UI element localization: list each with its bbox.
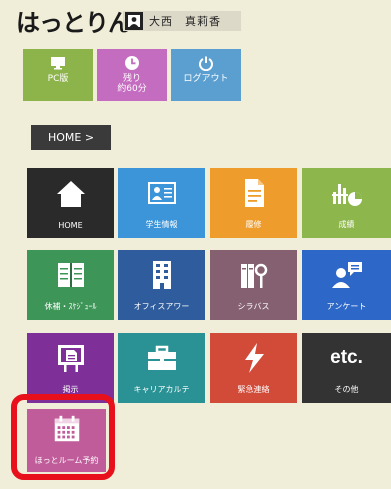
building-icon (152, 261, 171, 289)
tile-syllabus[interactable]: シラバス (210, 250, 297, 320)
tile-label: アンケート (326, 302, 367, 311)
tile-label: キャリアカルテ (133, 385, 190, 394)
tile-emergency[interactable]: 緊急連絡 (210, 333, 297, 403)
clock-icon (125, 56, 139, 70)
tile-label: ほっとルーム予約 (34, 456, 99, 465)
user-chip: 大西 真莉香 (123, 11, 241, 31)
tile-label: その他 (334, 385, 359, 394)
tile-career[interactable]: キャリアカルテ (118, 333, 205, 403)
tile-label: 成績 (338, 220, 355, 229)
calendar-icon (54, 415, 79, 442)
logout-button[interactable]: ログアウト (171, 49, 241, 101)
etc-icon: etc. (330, 347, 363, 368)
tile-student-info[interactable]: 学生情報 (118, 168, 205, 238)
app-logo: はっとりん (16, 9, 132, 37)
tile-other[interactable]: etc. その他 (302, 333, 391, 403)
tile-absence-schedule[interactable]: 休補・ｽｹｼﾞｭｰﾙ (27, 250, 114, 320)
logout-label: ログアウト (183, 74, 229, 84)
breadcrumb-home[interactable]: HOME > (31, 125, 111, 150)
lightning-icon (244, 343, 264, 373)
remaining-time-label: 残り 約60分 (117, 74, 147, 94)
tile-label: オフィスアワー (133, 302, 190, 311)
tile-label: 休補・ｽｹｼﾞｭｰﾙ (44, 302, 97, 311)
user-name: 大西 真莉香 (149, 15, 221, 28)
pc-version-button[interactable]: PC版 (23, 49, 93, 101)
remaining-time-button[interactable]: 残り 約60分 (97, 49, 167, 101)
tile-office-hours[interactable]: オフィスアワー (118, 250, 205, 320)
home-icon (56, 181, 85, 207)
tile-courses[interactable]: 履修 (210, 168, 297, 238)
tile-label: 緊急連絡 (237, 385, 270, 394)
id-card-icon (147, 182, 176, 204)
tile-room-booking[interactable]: ほっとルーム予約 (27, 409, 106, 472)
tile-label: HOME (58, 221, 83, 230)
tile-grades[interactable]: 成績 (302, 168, 391, 238)
board-icon (57, 345, 84, 372)
user-icon (125, 12, 143, 30)
pc-version-label: PC版 (47, 74, 69, 84)
tile-label: 学生情報 (145, 220, 178, 229)
books-icon (240, 263, 267, 288)
notebook-icon (57, 263, 84, 287)
briefcase-icon (147, 345, 176, 370)
tile-label: 履修 (245, 220, 262, 229)
tile-home[interactable]: HOME (27, 168, 114, 238)
tile-label: 掲示 (62, 385, 79, 394)
power-icon (199, 56, 213, 71)
tile-label: シラバス (237, 302, 270, 311)
tile-notice[interactable]: 掲示 (27, 333, 114, 403)
chart-icon (331, 184, 362, 206)
document-icon (244, 179, 264, 207)
tile-survey[interactable]: アンケート (302, 250, 391, 320)
monitor-icon (51, 57, 65, 70)
person-speech-icon (331, 262, 362, 288)
